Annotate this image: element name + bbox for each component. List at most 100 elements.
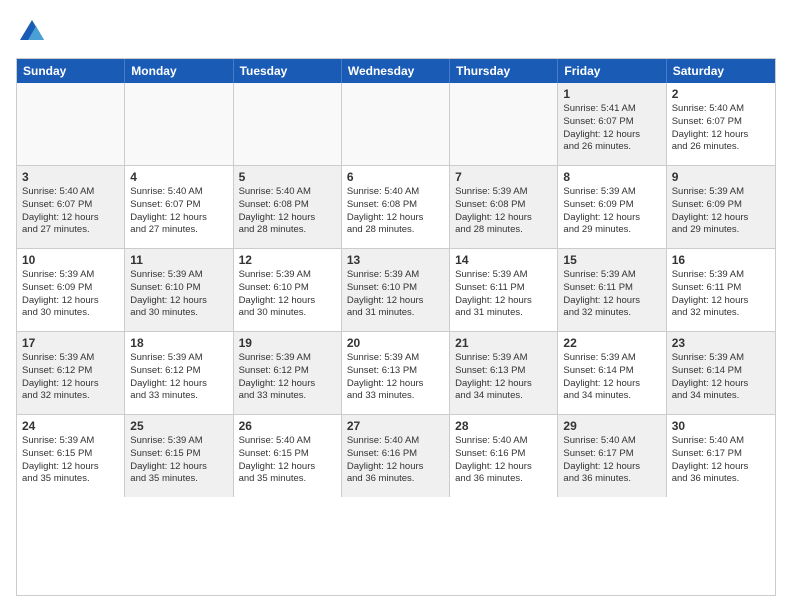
calendar-cell: 7 Sunrise: 5:39 AM Sunset: 6:08 PM Daylig… [450, 166, 558, 248]
day-number: 3 [22, 170, 119, 184]
day-number: 23 [672, 336, 770, 350]
calendar-cell: 10Sunrise: 5:39 AM Sunset: 6:09 PM Dayli… [17, 249, 125, 331]
calendar-cell: 6 Sunrise: 5:40 AM Sunset: 6:08 PM Daylig… [342, 166, 450, 248]
day-number: 14 [455, 253, 552, 267]
calendar-cell: 28 Sunrise: 5:40 AM Sunset: 6:16 PM Dayli… [450, 415, 558, 497]
day-number: 15 [563, 253, 660, 267]
day-number: 1 [563, 87, 660, 101]
day-info: Sunrise: 5:40 AM Sunset: 6:07 PM Dayligh… [130, 186, 227, 237]
page: SundayMondayTuesdayWednesdayThursdayFrid… [0, 0, 792, 612]
calendar-cell: 24 Sunrise: 5:39 AM Sunset: 6:15 PM Dayli… [17, 415, 125, 497]
day-info: Sunrise: 5:40 AM Sunset: 6:07 PM Dayligh… [672, 103, 770, 154]
calendar-cell: 8 Sunrise: 5:39 AM Sunset: 6:09 PM Daylig… [558, 166, 666, 248]
calendar-cell: 12 Sunrise: 5:39 AM Sunset: 6:10 PM Dayli… [234, 249, 342, 331]
day-number: 25 [130, 419, 227, 433]
logo [16, 16, 52, 48]
day-number: 19 [239, 336, 336, 350]
calendar-cell: 16Sunrise: 5:39 AM Sunset: 6:11 PM Dayli… [667, 249, 775, 331]
day-info: Sunrise: 5:39 AM Sunset: 6:12 PM Dayligh… [130, 352, 227, 403]
day-info: Sunrise: 5:40 AM Sunset: 6:16 PM Dayligh… [347, 435, 444, 486]
day-number: 28 [455, 419, 552, 433]
day-info: Sunrise: 5:40 AM Sunset: 6:16 PM Dayligh… [455, 435, 552, 486]
calendar-cell: 17 Sunrise: 5:39 AM Sunset: 6:12 PM Dayli… [17, 332, 125, 414]
day-info: Sunrise: 5:39 AM Sunset: 6:10 PM Dayligh… [347, 269, 444, 320]
day-number: 4 [130, 170, 227, 184]
calendar-cell: 15 Sunrise: 5:39 AM Sunset: 6:11 PM Dayli… [558, 249, 666, 331]
day-number: 26 [239, 419, 336, 433]
day-number: 7 [455, 170, 552, 184]
day-info: Sunrise: 5:39 AM Sunset: 6:12 PM Dayligh… [239, 352, 336, 403]
calendar-header-cell: Saturday [667, 59, 775, 83]
day-info: Sunrise: 5:40 AM Sunset: 6:17 PM Dayligh… [672, 435, 770, 486]
day-number: 29 [563, 419, 660, 433]
day-info: Sunrise: 5:39 AM Sunset: 6:13 PM Dayligh… [455, 352, 552, 403]
calendar-header: SundayMondayTuesdayWednesdayThursdayFrid… [17, 59, 775, 83]
day-number: 24 [22, 419, 119, 433]
calendar-cell: 19 Sunrise: 5:39 AM Sunset: 6:12 PM Dayli… [234, 332, 342, 414]
day-info: Sunrise: 5:39 AM Sunset: 6:15 PM Dayligh… [130, 435, 227, 486]
day-info: Sunrise: 5:40 AM Sunset: 6:17 PM Dayligh… [563, 435, 660, 486]
day-info: Sunrise: 5:41 AM Sunset: 6:07 PM Dayligh… [563, 103, 660, 154]
calendar-cell: 5Sunrise: 5:40 AM Sunset: 6:08 PM Daylig… [234, 166, 342, 248]
calendar-cell: 3Sunrise: 5:40 AM Sunset: 6:07 PM Daylig… [17, 166, 125, 248]
day-number: 2 [672, 87, 770, 101]
day-number: 18 [130, 336, 227, 350]
calendar-header-cell: Friday [558, 59, 666, 83]
logo-icon [16, 16, 48, 48]
calendar-cell: 22Sunrise: 5:39 AM Sunset: 6:14 PM Dayli… [558, 332, 666, 414]
calendar-cell: 20 Sunrise: 5:39 AM Sunset: 6:13 PM Dayli… [342, 332, 450, 414]
calendar-cell [125, 83, 233, 165]
day-info: Sunrise: 5:39 AM Sunset: 6:11 PM Dayligh… [455, 269, 552, 320]
calendar-row: 3 Sunrise: 5:40 AM Sunset: 6:07 PM Daylig… [17, 166, 775, 249]
calendar-cell [17, 83, 125, 165]
day-number: 30 [672, 419, 770, 433]
day-info: Sunrise: 5:39 AM Sunset: 6:15 PM Dayligh… [22, 435, 119, 486]
calendar-cell: 27 Sunrise: 5:40 AM Sunset: 6:16 PM Dayli… [342, 415, 450, 497]
header [16, 16, 776, 48]
calendar-cell: 1 Sunrise: 5:41 AM Sunset: 6:07 PM Daylig… [558, 83, 666, 165]
calendar-cell: 2 Sunrise: 5:40 AM Sunset: 6:07 PM Daylig… [667, 83, 775, 165]
calendar-cell: 4 Sunrise: 5:40 AM Sunset: 6:07 PM Daylig… [125, 166, 233, 248]
day-info: Sunrise: 5:39 AM Sunset: 6:10 PM Dayligh… [239, 269, 336, 320]
day-info: Sunrise: 5:39 AM Sunset: 6:08 PM Dayligh… [455, 186, 552, 237]
calendar-header-cell: Wednesday [342, 59, 450, 83]
calendar-cell: 21 Sunrise: 5:39 AM Sunset: 6:13 PM Dayli… [450, 332, 558, 414]
day-info: Sunrise: 5:39 AM Sunset: 6:12 PM Dayligh… [22, 352, 119, 403]
day-number: 12 [239, 253, 336, 267]
calendar-header-cell: Thursday [450, 59, 558, 83]
calendar-cell: 9Sunrise: 5:39 AM Sunset: 6:09 PM Daylig… [667, 166, 775, 248]
calendar-body: 1 Sunrise: 5:41 AM Sunset: 6:07 PM Daylig… [17, 83, 775, 497]
day-number: 9 [672, 170, 770, 184]
day-info: Sunrise: 5:40 AM Sunset: 6:08 PM Dayligh… [239, 186, 336, 237]
calendar-header-cell: Monday [125, 59, 233, 83]
day-number: 20 [347, 336, 444, 350]
calendar-header-cell: Sunday [17, 59, 125, 83]
calendar-cell: 23 Sunrise: 5:39 AM Sunset: 6:14 PM Dayli… [667, 332, 775, 414]
calendar: SundayMondayTuesdayWednesdayThursdayFrid… [16, 58, 776, 596]
calendar-header-cell: Tuesday [234, 59, 342, 83]
day-info: Sunrise: 5:39 AM Sunset: 6:13 PM Dayligh… [347, 352, 444, 403]
calendar-row: 1 Sunrise: 5:41 AM Sunset: 6:07 PM Daylig… [17, 83, 775, 166]
day-number: 27 [347, 419, 444, 433]
day-number: 21 [455, 336, 552, 350]
calendar-cell [450, 83, 558, 165]
calendar-cell: 11 Sunrise: 5:39 AM Sunset: 6:10 PM Dayli… [125, 249, 233, 331]
day-info: Sunrise: 5:39 AM Sunset: 6:10 PM Dayligh… [130, 269, 227, 320]
day-number: 10 [22, 253, 119, 267]
day-info: Sunrise: 5:39 AM Sunset: 6:09 PM Dayligh… [563, 186, 660, 237]
calendar-cell: 26Sunrise: 5:40 AM Sunset: 6:15 PM Dayli… [234, 415, 342, 497]
day-number: 11 [130, 253, 227, 267]
day-number: 8 [563, 170, 660, 184]
day-number: 6 [347, 170, 444, 184]
day-number: 13 [347, 253, 444, 267]
calendar-cell [342, 83, 450, 165]
day-info: Sunrise: 5:39 AM Sunset: 6:11 PM Dayligh… [672, 269, 770, 320]
day-info: Sunrise: 5:39 AM Sunset: 6:14 PM Dayligh… [672, 352, 770, 403]
day-number: 22 [563, 336, 660, 350]
day-info: Sunrise: 5:40 AM Sunset: 6:08 PM Dayligh… [347, 186, 444, 237]
calendar-cell: 18 Sunrise: 5:39 AM Sunset: 6:12 PM Dayli… [125, 332, 233, 414]
day-info: Sunrise: 5:39 AM Sunset: 6:11 PM Dayligh… [563, 269, 660, 320]
day-number: 17 [22, 336, 119, 350]
calendar-cell: 14 Sunrise: 5:39 AM Sunset: 6:11 PM Dayli… [450, 249, 558, 331]
calendar-row: 24 Sunrise: 5:39 AM Sunset: 6:15 PM Dayli… [17, 415, 775, 497]
